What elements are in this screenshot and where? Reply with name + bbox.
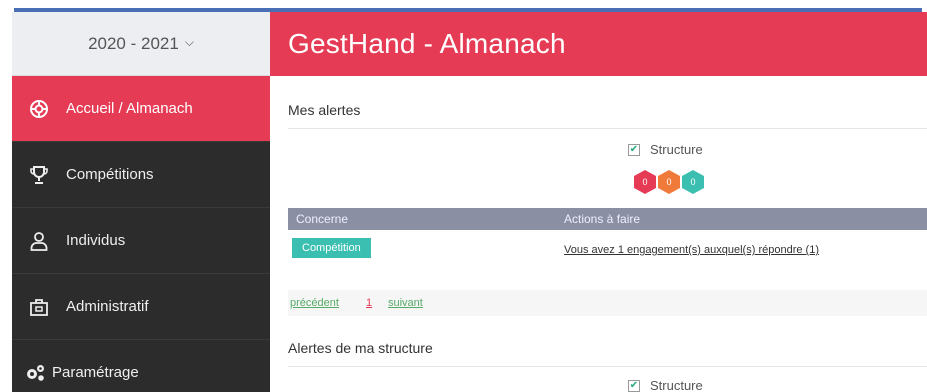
alert-counter-red[interactable]: 0 — [634, 170, 656, 194]
sidebar-item-label: Paramétrage — [52, 364, 139, 381]
pager-previous[interactable]: précédent — [290, 297, 339, 309]
sidebar-item-accueil[interactable]: Accueil / Almanach — [12, 76, 270, 142]
table-row: Compétition Vous avez 1 engagement(s) au… — [288, 232, 927, 266]
sidebar-item-individus[interactable]: Individus — [12, 208, 270, 274]
sidebar-item-administratif[interactable]: Administratif — [12, 274, 270, 340]
user-icon — [28, 230, 50, 252]
column-header-concerne: Concerne — [296, 212, 349, 226]
sidebar-item-label: Administratif — [66, 298, 149, 315]
concerne-badge: Compétition — [292, 238, 371, 258]
structure-alerts-checkbox[interactable]: ✔ — [628, 379, 640, 392]
sidebar-item-label: Accueil / Almanach — [66, 100, 193, 117]
pagination: précédent 1 suivant — [288, 290, 927, 316]
action-link[interactable]: Vous avez 1 engagement(s) auxquel(s) rép… — [564, 244, 819, 256]
briefcase-icon — [28, 296, 50, 318]
structure-alerts-panel — [288, 366, 927, 392]
season-selector[interactable]: 2020 - 2021 ⌵ — [12, 12, 270, 76]
alert-counters: 0 0 0 — [634, 170, 706, 194]
structure-filter-label: Structure — [650, 142, 703, 157]
pager-next[interactable]: suivant — [388, 297, 423, 309]
alert-counter-orange[interactable]: 0 — [658, 170, 680, 194]
column-header-actions: Actions à faire — [564, 212, 641, 226]
trophy-icon — [28, 164, 50, 186]
alerts-table-header: Concerne Actions à faire — [288, 208, 927, 230]
structure-alerts-filter[interactable]: ✔ Structure — [628, 378, 703, 392]
sidebar-item-parametrage[interactable]: Paramétrage — [12, 340, 270, 392]
alerts-panel — [288, 128, 927, 206]
window-top-strip — [0, 0, 927, 12]
structure-alerts-title: Alertes de ma structure — [288, 340, 433, 356]
sidebar: 2020 - 2021 ⌵ Accueil / Almanach Compéti… — [12, 12, 270, 392]
alerts-section-title: Mes alertes — [288, 102, 361, 118]
alert-counter-teal[interactable]: 0 — [682, 170, 704, 194]
chevron-down-icon: ⌵ — [184, 35, 194, 49]
structure-filter[interactable]: ✔ Structure — [628, 142, 703, 157]
life-ring-icon — [28, 98, 50, 120]
sidebar-item-label: Compétitions — [66, 166, 154, 183]
structure-alerts-filter-label: Structure — [650, 378, 703, 392]
page-title: GestHand - Almanach — [288, 28, 566, 59]
sidebar-item-competitions[interactable]: Compétitions — [12, 142, 270, 208]
pager-page-1[interactable]: 1 — [366, 297, 372, 309]
main-content: Mes alertes ✔ Structure 0 0 0 Concerne A… — [270, 76, 927, 392]
gears-icon — [24, 362, 46, 384]
season-label: 2020 - 2021 — [88, 33, 179, 53]
sidebar-item-label: Individus — [66, 232, 126, 249]
structure-checkbox[interactable]: ✔ — [628, 143, 640, 156]
page-header: GestHand - Almanach — [270, 12, 927, 76]
